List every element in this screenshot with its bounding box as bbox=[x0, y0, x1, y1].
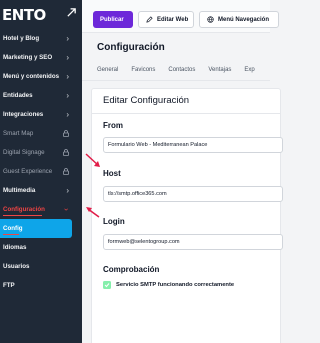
sidebar-item-label: Digital Signage bbox=[3, 149, 45, 156]
from-field[interactable]: Formulario Web - Mediterranean Palace bbox=[103, 137, 283, 153]
sidebar-item-label: Config bbox=[3, 225, 23, 232]
tabs-divider bbox=[82, 80, 270, 81]
sidebar-item-label: Integraciones bbox=[3, 111, 44, 118]
sidebar-subitem-config[interactable]: Config bbox=[0, 219, 72, 238]
app-window: ENTO Hotel y Blog › Marketing y SEO › Me… bbox=[0, 0, 283, 343]
menu-navigation-button-label: Menú Navegación bbox=[218, 16, 270, 23]
expand-icon[interactable] bbox=[66, 7, 77, 18]
sidebar-item-label: Configuración bbox=[3, 206, 45, 213]
sidebar-item-multimedia[interactable]: Multimedia › bbox=[0, 181, 82, 200]
tab-exp[interactable]: Exp bbox=[244, 67, 254, 73]
sidebar-item-guest-experience[interactable]: Guest Experience bbox=[0, 162, 82, 181]
page-title: Configuración bbox=[97, 42, 165, 53]
chevron-right-icon: › bbox=[66, 72, 69, 81]
smtp-status: Servicio SMTP funcionando correctamente bbox=[103, 281, 234, 289]
sidebar-subitem-idiomas[interactable]: Idiomas bbox=[0, 238, 82, 257]
chevron-right-icon: › bbox=[66, 186, 69, 195]
host-label: Host bbox=[103, 169, 121, 178]
checkmark-icon bbox=[103, 281, 111, 289]
chevron-down-icon: › bbox=[62, 208, 72, 211]
chevron-right-icon: › bbox=[66, 110, 69, 119]
sidebar-item-label: Smart Map bbox=[3, 130, 34, 137]
sidebar-item-label: Multimedia bbox=[3, 187, 36, 194]
logo: ENTO bbox=[2, 6, 46, 24]
tab-contactos[interactable]: Contactos bbox=[168, 67, 195, 73]
lock-icon bbox=[63, 130, 69, 137]
annotation-underline bbox=[3, 233, 19, 235]
publish-button[interactable]: Publicar bbox=[93, 11, 133, 28]
edit-web-button[interactable]: Editar Web bbox=[138, 11, 194, 28]
sidebar-item-label: Entidades bbox=[3, 92, 33, 99]
chevron-right-icon: › bbox=[66, 34, 69, 43]
tab-favicons[interactable]: Favicons bbox=[131, 67, 155, 73]
annotation-arrow-icon bbox=[86, 207, 100, 218]
config-form-card: Editar Configuración From Formulario Web… bbox=[91, 88, 283, 343]
sidebar-item-label: Marketing y SEO bbox=[3, 54, 53, 61]
sidebar-item-marketing-y-seo[interactable]: Marketing y SEO › bbox=[0, 48, 82, 67]
form-title-divider bbox=[92, 113, 280, 114]
smtp-status-text: Servicio SMTP funcionando correctamente bbox=[116, 282, 235, 288]
pencil-icon bbox=[146, 16, 153, 23]
sidebar-item-configuracion[interactable]: Configuración › bbox=[0, 200, 82, 219]
login-field[interactable]: formweb@selentogroup.com bbox=[103, 234, 283, 250]
sidebar: ENTO Hotel y Blog › Marketing y SEO › Me… bbox=[0, 0, 82, 343]
sidebar-item-label: Menú y contenidos bbox=[3, 73, 60, 80]
sidebar-subitem-ftp[interactable]: FTP bbox=[0, 276, 82, 295]
sidebar-item-menu-y-contenidos[interactable]: Menú y contenidos › bbox=[0, 67, 82, 86]
edit-web-button-label: Editar Web bbox=[157, 16, 189, 23]
from-label: From bbox=[103, 121, 123, 130]
form-title: Editar Configuración bbox=[103, 95, 190, 106]
globe-icon bbox=[207, 16, 214, 23]
sidebar-item-digital-signage[interactable]: Digital Signage bbox=[0, 143, 82, 162]
sidebar-item-entidades[interactable]: Entidades › bbox=[0, 86, 82, 105]
lock-icon bbox=[63, 149, 69, 156]
publish-button-label: Publicar bbox=[100, 16, 124, 23]
annotation-arrow-icon bbox=[85, 153, 100, 167]
main-content: Configuración General Favicons Contactos… bbox=[82, 33, 283, 343]
chevron-right-icon: › bbox=[66, 53, 69, 62]
login-label: Login bbox=[103, 217, 125, 226]
sidebar-item-hotel-y-blog[interactable]: Hotel y Blog › bbox=[0, 29, 82, 48]
tab-bar: General Favicons Contactos Ventajas Exp bbox=[97, 67, 268, 73]
sidebar-item-label: Usuarios bbox=[3, 263, 30, 270]
sidebar-item-label: Guest Experience bbox=[3, 168, 53, 175]
tab-ventajas[interactable]: Ventajas bbox=[208, 67, 231, 73]
sidebar-subitem-usuarios[interactable]: Usuarios bbox=[0, 257, 82, 276]
annotation-underline bbox=[3, 214, 42, 216]
sidebar-item-label: Idiomas bbox=[3, 244, 27, 251]
lock-icon bbox=[63, 168, 69, 175]
sidebar-item-smart-map[interactable]: Smart Map bbox=[0, 124, 82, 143]
sidebar-nav: Hotel y Blog › Marketing y SEO › Menú y … bbox=[0, 29, 82, 295]
check-label: Comprobación bbox=[103, 265, 160, 274]
host-field[interactable]: tls://smtp.office365.com bbox=[103, 186, 283, 202]
top-toolbar: Publicar Editar Web Menú Navegación bbox=[82, 0, 279, 33]
chevron-right-icon: › bbox=[66, 91, 69, 100]
sidebar-item-label: FTP bbox=[3, 282, 15, 289]
sidebar-item-integraciones[interactable]: Integraciones › bbox=[0, 105, 82, 124]
tab-general[interactable]: General bbox=[97, 67, 118, 73]
sidebar-item-label: Hotel y Blog bbox=[3, 35, 40, 42]
menu-navigation-button[interactable]: Menú Navegación bbox=[199, 11, 279, 28]
